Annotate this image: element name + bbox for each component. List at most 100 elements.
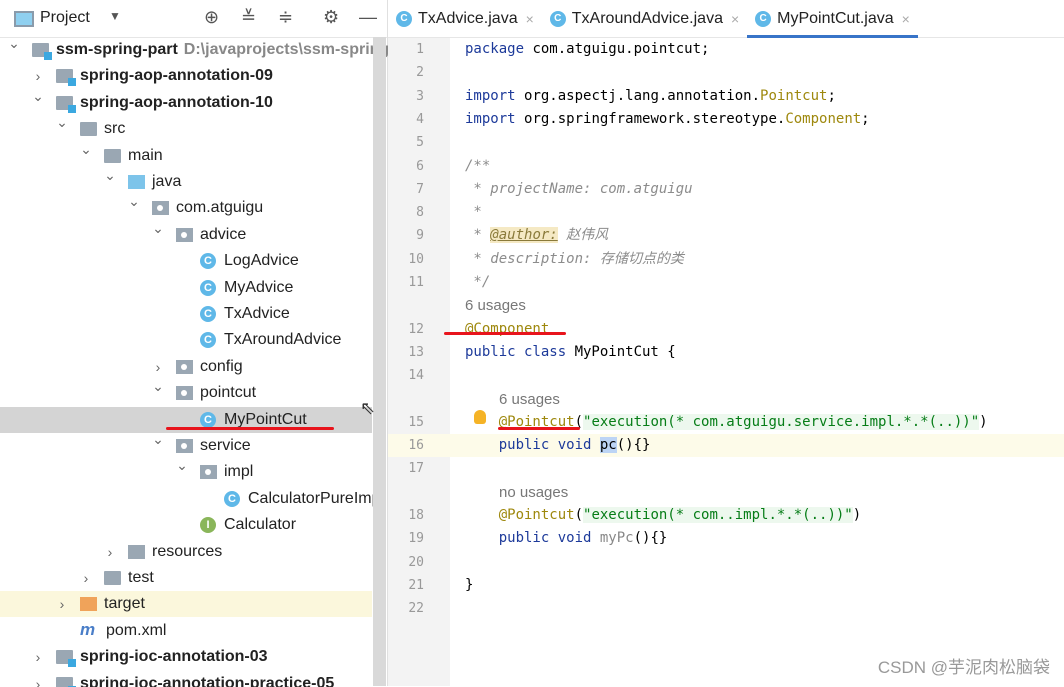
tree-item[interactable]: ⌄ main (0, 141, 372, 169)
tree-item[interactable]: ⌄ advice (0, 220, 372, 248)
tree-scrollbar[interactable] (373, 37, 386, 686)
chevron-down-icon[interactable]: ⌄ (127, 193, 141, 210)
tree-item[interactable]: C MyAdvice (0, 275, 372, 301)
cls-icon: C (200, 332, 216, 349)
expand-all-icon[interactable]: ≚ (241, 7, 256, 28)
code-text: * description: 存储切点的类 (465, 248, 683, 271)
code-line: 9 * @author: 赵伟风 (388, 224, 1064, 247)
code-line: 13 public class MyPointCut { (388, 341, 1064, 364)
tree-item[interactable]: ⌄ src (0, 114, 372, 142)
cls-icon: C (200, 253, 216, 270)
tree-item[interactable]: › spring-ioc-annotation-03 (0, 644, 372, 670)
close-icon[interactable]: × (731, 11, 739, 27)
red-annotation-underline (166, 427, 334, 430)
chevron-down-icon[interactable]: ⌄ (7, 37, 21, 52)
code-token: (){} (633, 530, 668, 547)
code-text: */ (465, 271, 490, 294)
red-annotation-underline (444, 332, 566, 335)
tab-txaroundadvice-java[interactable]: C TxAroundAdvice.java × (542, 0, 747, 38)
code-token: (){} (616, 437, 651, 454)
tree-item-name: config (200, 357, 243, 375)
code-line: 18 @Pointcut("execution(* com..impl.*.*(… (388, 504, 1064, 527)
chevron-right-icon[interactable]: › (151, 359, 165, 375)
chevron-down-icon[interactable]: ⌄ (151, 431, 165, 448)
gear-icon[interactable]: ⚙ (323, 7, 339, 28)
tree-item[interactable]: C CalculatorPureImpl (0, 486, 384, 512)
chevron-right-icon[interactable]: › (31, 649, 45, 665)
line-number: 1 (416, 42, 424, 57)
chevron-down-icon[interactable]: ⌄ (31, 88, 45, 105)
cls-icon: C (200, 279, 216, 296)
tree-item[interactable]: ⌄ ssm-spring-part D:\javaprojects\ssm-spri… (0, 37, 388, 63)
tree-item[interactable]: ⌄ service (0, 431, 372, 459)
line-number: 21 (408, 577, 424, 593)
tab-txadvice-java[interactable]: C TxAdvice.java × (388, 0, 542, 38)
code-token: "execution(* com.atguigu.service.impl.*.… (583, 413, 980, 430)
code-line: 3 import org.aspectj.lang.annotation.Poin… (388, 85, 1064, 108)
tree-item-name: spring-aop-annotation-10 (80, 93, 273, 111)
java-class-icon: C (396, 11, 412, 27)
tree-item-name: src (104, 120, 126, 138)
tree-item[interactable]: › target (0, 591, 372, 618)
code-token: 赵伟风 (557, 227, 609, 244)
tree-item[interactable]: › spring-ioc-annotation-practice-05 (0, 671, 372, 687)
code-line: 20 (388, 551, 1064, 574)
usages-hint-text[interactable]: no usages (499, 481, 568, 504)
tab-mypointcut-java[interactable]: C MyPointCut.java × (747, 0, 918, 38)
code-token: "execution(* com..impl.*.*(..))" (583, 507, 853, 523)
tree-item[interactable]: ⌄ spring-aop-annotation-10 (0, 88, 372, 116)
close-icon[interactable]: × (526, 11, 534, 27)
line-number: 11 (408, 275, 424, 290)
module-icon (32, 43, 52, 60)
tree-item[interactable]: C TxAroundAdvice (0, 327, 372, 353)
tree-item[interactable]: ⌄ impl (0, 457, 372, 485)
usages-hint: 6 usages (388, 388, 1064, 411)
chevron-down-icon[interactable]: ⌄ (151, 378, 165, 395)
locate-icon[interactable]: ⊕ (204, 7, 219, 28)
tree-item[interactable]: › test (0, 565, 372, 591)
code-line: 10 * description: 存储切点的类 (388, 248, 1064, 271)
tree-item[interactable]: › resources (0, 539, 372, 565)
tree-item[interactable]: › spring-aop-annotation-09 (0, 63, 372, 89)
tree-item-label: LogAdvice (224, 252, 299, 270)
chevron-right-icon[interactable]: › (79, 570, 93, 586)
chevron-down-icon[interactable]: ⌄ (55, 114, 69, 131)
usages-hint-text[interactable]: 6 usages (499, 388, 560, 411)
code-line: 6 /** (388, 155, 1064, 178)
chevron-down-icon[interactable]: ⌄ (151, 220, 165, 237)
tree-item[interactable]: ⌄ pointcut (0, 378, 372, 406)
code-editor[interactable]: 1 package com.atguigu.pointcut; 2 3 import o… (388, 38, 1064, 686)
minimize-icon[interactable]: — (359, 7, 377, 28)
cls-icon: C (224, 490, 240, 507)
red-annotation-underline (498, 427, 580, 430)
chevron-right-icon[interactable]: › (55, 596, 69, 612)
usages-hint-text[interactable]: 6 usages (465, 294, 526, 317)
tree-item-label: advice (200, 226, 246, 244)
close-icon[interactable]: × (902, 11, 910, 27)
chevron-down-icon[interactable]: ⌄ (79, 141, 93, 158)
tree-item[interactable]: ⌄ com.atguigu (0, 193, 372, 221)
tree-item[interactable]: m pom.xml (0, 618, 372, 644)
tree-item[interactable]: ⌄ java (0, 167, 372, 195)
chevron-down-icon[interactable]: ⌄ (103, 167, 117, 184)
tree-item[interactable]: C TxAdvice (0, 301, 372, 327)
code-token: @author: (490, 227, 558, 244)
chevron-down-icon[interactable]: ⌄ (175, 457, 189, 474)
project-view-selector[interactable]: Project (40, 9, 90, 27)
chevron-right-icon[interactable]: › (31, 68, 45, 84)
tree-item[interactable]: C LogAdvice (0, 248, 372, 274)
tree-item-name: spring-ioc-annotation-practice-05 (80, 674, 335, 687)
tree-item[interactable]: I Calculator (0, 512, 372, 538)
code-line: 16 public void pc(){} (388, 434, 1064, 458)
collapse-all-icon[interactable]: ≑ (278, 7, 293, 28)
code-token: MyPointCut { (574, 343, 676, 360)
lightbulb-icon[interactable] (474, 410, 486, 424)
chevron-right-icon[interactable]: › (31, 676, 45, 687)
code-line: 14 (388, 364, 1064, 387)
tree-item-label: TxAroundAdvice (224, 331, 341, 349)
chevron-down-icon[interactable]: ▼ (109, 9, 121, 23)
module-icon (56, 69, 76, 87)
code-text: * projectName: com.atguigu (465, 178, 692, 201)
chevron-right-icon[interactable]: › (103, 544, 117, 560)
tree-item[interactable]: › config (0, 354, 372, 380)
